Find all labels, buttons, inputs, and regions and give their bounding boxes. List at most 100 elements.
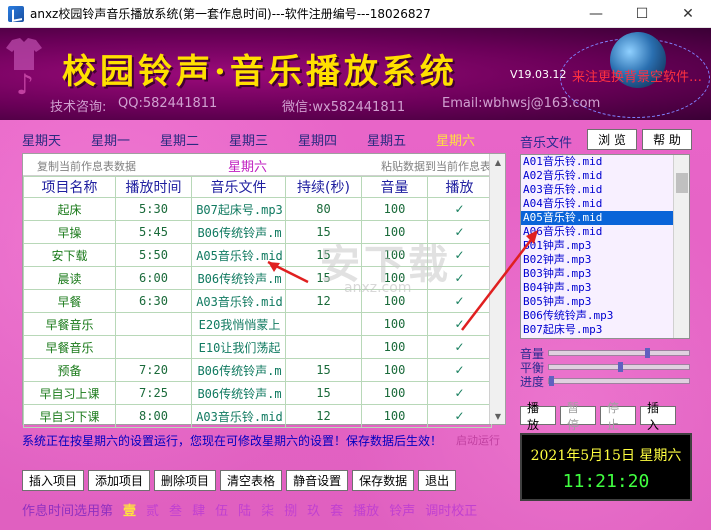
cell-file[interactable]: A05音乐铃.mid: [191, 243, 286, 267]
cell-time[interactable]: [115, 312, 192, 336]
music-file-item[interactable]: A04音乐铃.mid: [521, 197, 689, 211]
cell-dur[interactable]: 12: [285, 404, 362, 428]
cell-vol[interactable]: 100: [361, 335, 428, 359]
browse-button[interactable]: 浏 览: [587, 129, 637, 150]
delete-item-button[interactable]: 删除项目: [154, 470, 217, 491]
maximize-button[interactable]: ☐: [619, 0, 665, 28]
preset-option-5[interactable]: 伍: [215, 500, 228, 519]
cell-time[interactable]: 6:00: [115, 266, 192, 290]
cell-file[interactable]: A03音乐铃.mid: [191, 404, 286, 428]
cell-name[interactable]: 安下载: [23, 243, 116, 267]
table-row[interactable]: 早自习上课 7:25 B06传统铃声.m 15 100 ✓: [23, 381, 492, 405]
cell-time[interactable]: 7:25: [115, 381, 192, 405]
cell-time[interactable]: [115, 335, 192, 359]
cell-file[interactable]: B06传统铃声.m: [191, 358, 286, 382]
cell-vol[interactable]: 100: [361, 381, 428, 405]
paste-schedule-link[interactable]: 粘贴数据到当前作息表: [381, 158, 491, 174]
tab-weekday-5[interactable]: 星期五: [367, 130, 436, 149]
cell-play[interactable]: ✓: [427, 381, 492, 405]
music-file-item[interactable]: B04钟声.mp3: [521, 281, 689, 295]
music-file-item[interactable]: B05钟声.mp3: [521, 295, 689, 309]
pause-button[interactable]: 暂停: [560, 401, 596, 432]
tab-weekday-1[interactable]: 星期一: [91, 130, 160, 149]
cell-name[interactable]: 早餐: [23, 289, 116, 313]
preset-option-7[interactable]: 柒: [261, 500, 274, 519]
scroll-thumb[interactable]: [676, 173, 688, 193]
cell-vol[interactable]: 100: [361, 404, 428, 428]
cell-play[interactable]: ✓: [427, 404, 492, 428]
add-item-button[interactable]: 添加项目: [88, 470, 151, 491]
exit-button[interactable]: 退出: [418, 470, 457, 491]
preset-option-8[interactable]: 捌: [284, 500, 297, 519]
music-file-list[interactable]: A01音乐铃.mid A02音乐铃.mid A03音乐铃.mid A04音乐铃.mid…: [520, 154, 690, 339]
cell-dur[interactable]: [285, 335, 362, 359]
music-file-item[interactable]: B03钟声.mp3: [521, 267, 689, 281]
tab-weekday-4[interactable]: 星期四: [298, 130, 367, 149]
minimize-button[interactable]: —: [573, 0, 619, 28]
preset-option-4[interactable]: 肆: [192, 500, 205, 519]
table-row[interactable]: 早餐音乐 E20我悄悄蒙上 100 ✓: [23, 312, 492, 336]
tab-weekday-6[interactable]: 星期六: [436, 130, 505, 149]
cell-name[interactable]: 起床: [23, 197, 116, 221]
music-file-item[interactable]: A06音乐铃.mid: [521, 225, 689, 239]
cell-file[interactable]: B06传统铃声.m: [191, 220, 286, 244]
cell-name[interactable]: 早餐音乐: [23, 312, 116, 336]
stop-button[interactable]: 停止: [600, 401, 636, 432]
cell-vol[interactable]: 100: [361, 197, 428, 221]
save-data-button[interactable]: 保存数据: [352, 470, 415, 491]
preset-extra1[interactable]: 播放: [353, 500, 379, 519]
cell-file[interactable]: B06传统铃声.m: [191, 381, 286, 405]
insert-item-button[interactable]: 插入项目: [22, 470, 85, 491]
preset-option-2[interactable]: 贰: [146, 500, 159, 519]
music-file-item[interactable]: A05音乐铃.mid: [521, 211, 689, 225]
music-file-item[interactable]: B02钟声.mp3: [521, 253, 689, 267]
preset-option-3[interactable]: 叁: [169, 500, 182, 519]
volume-thumb[interactable]: [644, 348, 650, 358]
close-button[interactable]: ✕: [665, 0, 711, 28]
preset-extra2[interactable]: 铃声: [389, 500, 415, 519]
cell-time[interactable]: 6:30: [115, 289, 192, 313]
cell-file[interactable]: B06传统铃声.m: [191, 266, 286, 290]
table-row[interactable]: 早餐 6:30 A03音乐铃.mid 12 100 ✓: [23, 289, 492, 313]
cell-time[interactable]: 5:30: [115, 197, 192, 221]
preset-option-9[interactable]: 玖: [307, 500, 320, 519]
cell-name[interactable]: 预备: [23, 358, 116, 382]
table-row[interactable]: 早自习下课 8:00 A03音乐铃.mid 12 100 ✓: [23, 404, 492, 428]
scroll-down-icon[interactable]: ▼: [490, 408, 506, 424]
volume-slider[interactable]: [548, 348, 690, 358]
cell-name[interactable]: 早操: [23, 220, 116, 244]
help-button[interactable]: 帮 助: [642, 129, 692, 150]
table-row[interactable]: 起床 5:30 B07起床号.mp3 80 100 ✓: [23, 197, 492, 221]
cell-vol[interactable]: 100: [361, 312, 428, 336]
cell-file[interactable]: B07起床号.mp3: [191, 197, 286, 221]
preset-option-6[interactable]: 陆: [238, 500, 251, 519]
scroll-up-icon[interactable]: ▲: [490, 154, 506, 170]
cell-time[interactable]: 5:50: [115, 243, 192, 267]
tab-weekday-0[interactable]: 星期天: [22, 130, 91, 149]
progress-slider[interactable]: [548, 376, 690, 386]
cell-name[interactable]: 早自习上课: [23, 381, 116, 405]
cell-name[interactable]: 晨读: [23, 266, 116, 290]
cell-time[interactable]: 8:00: [115, 404, 192, 428]
cell-play[interactable]: ✓: [427, 312, 492, 336]
table-row[interactable]: 预备 7:20 B06传统铃声.m 15 100 ✓: [23, 358, 492, 382]
schedule-scrollbar[interactable]: ▲ ▼: [489, 154, 505, 424]
tab-weekday-2[interactable]: 星期二: [160, 130, 229, 149]
cell-file[interactable]: E20我悄悄蒙上: [191, 312, 286, 336]
music-file-item[interactable]: B01钟声.mp3: [521, 239, 689, 253]
cell-time[interactable]: 7:20: [115, 358, 192, 382]
balance-slider[interactable]: [548, 362, 690, 372]
balance-thumb[interactable]: [617, 362, 623, 372]
music-file-item[interactable]: B07起床号.mp3: [521, 323, 689, 337]
music-file-item[interactable]: A01音乐铃.mid: [521, 155, 689, 169]
clear-table-button[interactable]: 清空表格: [220, 470, 283, 491]
play-button[interactable]: 播放: [520, 401, 556, 432]
table-row[interactable]: 早餐音乐 E10让我们荡起 100 ✓: [23, 335, 492, 359]
cell-dur[interactable]: 15: [285, 358, 362, 382]
music-file-item[interactable]: A02音乐铃.mid: [521, 169, 689, 183]
copy-schedule-link[interactable]: 复制当前作息表数据: [37, 158, 136, 174]
cell-play[interactable]: ✓: [427, 335, 492, 359]
tab-weekday-3[interactable]: 星期三: [229, 130, 298, 149]
progress-thumb[interactable]: [549, 376, 554, 386]
cell-vol[interactable]: 100: [361, 358, 428, 382]
